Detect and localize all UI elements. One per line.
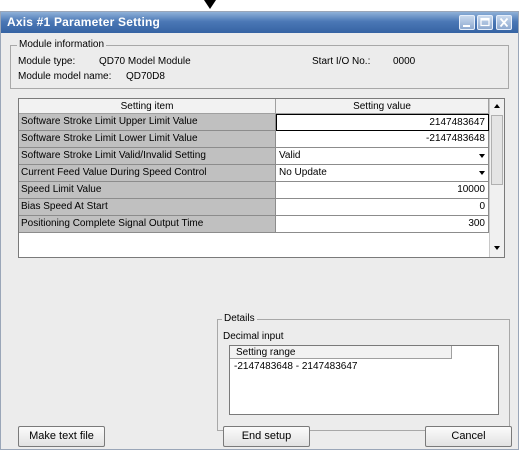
maximize-icon	[480, 17, 490, 27]
pointer-arrow-icon	[204, 0, 216, 9]
module-type-value: QD70 Model Module	[99, 56, 191, 67]
column-header-setting-value[interactable]: Setting value	[276, 99, 489, 114]
scroll-down-icon[interactable]	[490, 240, 504, 255]
window-title: Axis #1 Parameter Setting	[7, 15, 161, 29]
details-legend: Details	[222, 313, 257, 324]
close-icon	[499, 17, 509, 28]
row-item-bias-speed[interactable]: Bias Speed At Start	[19, 199, 276, 216]
chevron-down-icon[interactable]	[479, 171, 485, 175]
row-item-complete-signal[interactable]: Positioning Complete Signal Output Time	[19, 216, 276, 233]
title-bar[interactable]: Axis #1 Parameter Setting	[1, 12, 518, 33]
chevron-down-icon[interactable]	[479, 154, 485, 158]
row-value-lower-limit[interactable]: -2147483648	[276, 131, 489, 148]
row-value-complete-signal[interactable]: 300	[276, 216, 489, 233]
row-value-speed-limit[interactable]: 10000	[276, 182, 489, 199]
row-value-current-feed: No Update	[279, 167, 327, 178]
cancel-button[interactable]: Cancel	[425, 426, 512, 447]
scroll-up-icon[interactable]	[490, 99, 504, 114]
scroll-thumb[interactable]	[491, 115, 503, 185]
module-info-group: Module information	[10, 39, 509, 89]
row-value-current-feed-select[interactable]: No Update	[276, 165, 489, 182]
module-info-legend: Module information	[17, 39, 107, 50]
row-item-current-feed[interactable]: Current Feed Value During Speed Control	[19, 165, 276, 182]
module-type-label: Module type:	[18, 56, 76, 67]
start-io-label: Start I/O No.:	[312, 56, 371, 67]
setting-range-list: Setting range -2147483648 - 2147483647	[229, 345, 499, 415]
row-value-stroke-valid: Valid	[279, 150, 301, 161]
start-io-value: 0000	[393, 56, 416, 67]
setting-range-value: -2147483648 - 2147483647	[234, 361, 358, 372]
row-item-lower-limit[interactable]: Software Stroke Limit Lower Limit Value	[19, 131, 276, 148]
row-value-bias-speed[interactable]: 0	[276, 199, 489, 216]
details-input-type: Decimal input	[223, 331, 284, 342]
minimize-icon	[463, 25, 470, 27]
parameter-setting-window: Axis #1 Parameter Setting Module informa…	[0, 11, 519, 450]
row-item-speed-limit[interactable]: Speed Limit Value	[19, 182, 276, 199]
maximize-button[interactable]	[477, 15, 493, 30]
column-header-setting-item[interactable]: Setting item	[19, 99, 276, 114]
module-model-label: Module model name:	[18, 71, 112, 82]
end-setup-button[interactable]: End setup	[223, 426, 310, 447]
make-text-file-button[interactable]: Make text file	[18, 426, 105, 447]
module-model-value: QD70D8	[126, 71, 165, 82]
row-value-upper-limit[interactable]: 2147483647	[276, 114, 489, 131]
grid-vertical-scrollbar[interactable]	[489, 99, 504, 257]
setting-range-header[interactable]: Setting range	[230, 346, 452, 359]
minimize-button[interactable]	[459, 15, 475, 30]
settings-grid: Setting item Setting value Software Stro…	[18, 98, 505, 258]
close-button[interactable]	[496, 15, 512, 30]
row-item-upper-limit[interactable]: Software Stroke Limit Upper Limit Value	[19, 114, 276, 131]
row-value-stroke-valid-select[interactable]: Valid	[276, 148, 489, 165]
row-item-stroke-valid[interactable]: Software Stroke Limit Valid/Invalid Sett…	[19, 148, 276, 165]
